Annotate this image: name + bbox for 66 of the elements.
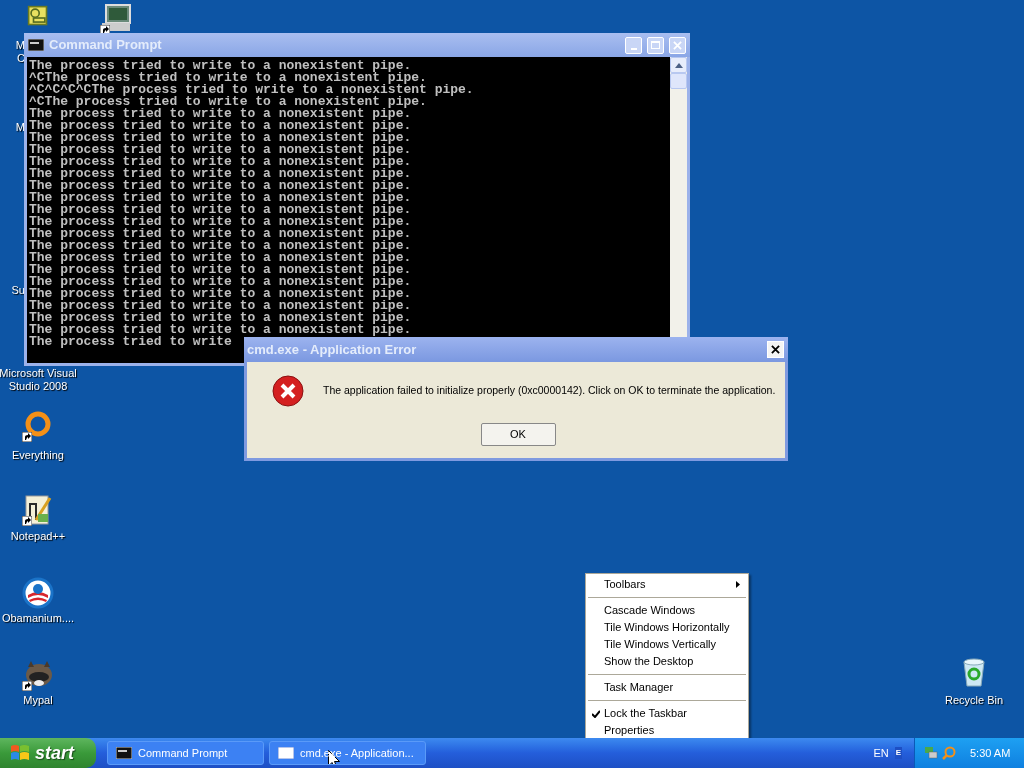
menu-item[interactable]: Toolbars bbox=[586, 576, 748, 593]
console-line: The process tried to write to a nonexistent pipe. bbox=[29, 324, 413, 336]
console-line: ^CThe process tried to write to a nonexistent pipe. bbox=[29, 72, 428, 84]
error-message: The application failed to initialize properly (0xc0000142). Click on OK to terminate the application. bbox=[323, 383, 776, 399]
start-button[interactable]: start bbox=[0, 738, 96, 768]
icon-label[interactable]: Microsoft Visual bbox=[0, 367, 77, 380]
language-indicator[interactable]: EN bbox=[873, 744, 889, 762]
console-line: The process tried to write to a nonexistent pipe. bbox=[29, 276, 413, 288]
console-line: The process tried to write to a nonexistent pipe. bbox=[29, 180, 413, 192]
icon-label[interactable]: M bbox=[15, 39, 25, 52]
console-line: The process tried to write to a nonexistent pipe. bbox=[29, 144, 413, 156]
console-line: The process tried to write to a nonexistent pipe. bbox=[29, 156, 413, 168]
icon-label[interactable]: Mypal bbox=[23, 694, 53, 707]
notepad-icon bbox=[22, 494, 54, 526]
console-line: The process tried to write to a nonexistent pipe. bbox=[29, 300, 413, 312]
menu-item[interactable]: Task Manager bbox=[586, 679, 748, 696]
search-icon bbox=[942, 746, 956, 760]
console-line: The process tried to write to a nonexistent pipe. bbox=[29, 252, 413, 264]
icon-label[interactable]: Everything bbox=[12, 449, 64, 462]
close-button[interactable] bbox=[767, 341, 784, 358]
icon-label[interactable]: Recycle Bin bbox=[944, 694, 1004, 707]
console-icon bbox=[116, 747, 132, 759]
console-line: The process tried to write to a nonexistent pipe. bbox=[29, 204, 413, 216]
menu-item[interactable]: Properties bbox=[586, 722, 748, 739]
console-line: The process tried to write to a nonexistent pipe. bbox=[29, 60, 412, 72]
console-line: The process tried to write to a nonexistent pipe. bbox=[29, 312, 413, 324]
window-title: Command Prompt bbox=[49, 36, 163, 55]
ok-button[interactable]: OK bbox=[480, 423, 556, 446]
console-icon bbox=[28, 39, 44, 51]
taskbar-button[interactable]: Command Prompt bbox=[107, 741, 264, 765]
console-line: The process tried to write to a nonexistent pipe. bbox=[29, 288, 413, 300]
icon-label[interactable]: Notepad++ bbox=[10, 530, 66, 543]
console-line: ^CThe process tried to write to a nonexistent pipe. bbox=[29, 96, 428, 108]
close-icon bbox=[771, 345, 780, 354]
icon-label[interactable]: Studio 2008 bbox=[8, 380, 68, 393]
console-line: ^C^C^C^CThe process tried to write to a nonexistent pipe. bbox=[29, 84, 475, 96]
window-icon bbox=[278, 747, 294, 759]
icon-label[interactable]: Obamanium.... bbox=[1, 612, 75, 625]
console-line: The process tried to write bbox=[29, 336, 233, 348]
console-line: The process tried to write to a nonexistent pipe. bbox=[29, 120, 413, 132]
console-line: The process tried to write to a nonexistent pipe. bbox=[29, 168, 413, 180]
dialog-title: cmd.exe - Application Error bbox=[247, 340, 418, 359]
console-line: The process tried to write to a nonexistent pipe. bbox=[29, 240, 413, 252]
icon-label[interactable]: C bbox=[17, 52, 25, 65]
close-icon bbox=[673, 40, 682, 50]
console-line: The process tried to write to a nonexistent pipe. bbox=[29, 264, 413, 276]
maximize-button[interactable] bbox=[647, 36, 664, 54]
console-line: The process tried to write to a nonexistent pipe. bbox=[29, 108, 412, 120]
icon-label[interactable]: M bbox=[15, 121, 25, 134]
scroll-thumb[interactable] bbox=[670, 73, 687, 89]
icon-label[interactable]: Su bbox=[11, 284, 25, 297]
minimize-button[interactable] bbox=[625, 36, 642, 54]
scroll-up-icon bbox=[674, 62, 683, 68]
network-icon bbox=[924, 746, 938, 760]
language-bar-icon[interactable]: E bbox=[894, 747, 902, 759]
console-line: The process tried to write to a nonexistent pipe. bbox=[29, 216, 413, 228]
menu-item[interactable]: Tile Windows Horizontally bbox=[586, 619, 748, 636]
console-line: The process tried to write to a nonexistent pipe. bbox=[29, 132, 413, 144]
menu-item[interactable]: Show the Desktop bbox=[586, 653, 748, 670]
windows-flag-icon bbox=[10, 744, 30, 762]
error-icon bbox=[272, 375, 304, 407]
console-line: The process tried to write to a nonexistent pipe. bbox=[29, 192, 413, 204]
console-line: The process tried to write to a nonexistent pipe. bbox=[29, 228, 413, 240]
menu-item[interactable]: Cascade Windows bbox=[586, 602, 748, 619]
menu-item[interactable]: Tile Windows Vertically bbox=[586, 636, 748, 653]
menu-item[interactable]: Lock the Taskbar bbox=[586, 705, 748, 722]
